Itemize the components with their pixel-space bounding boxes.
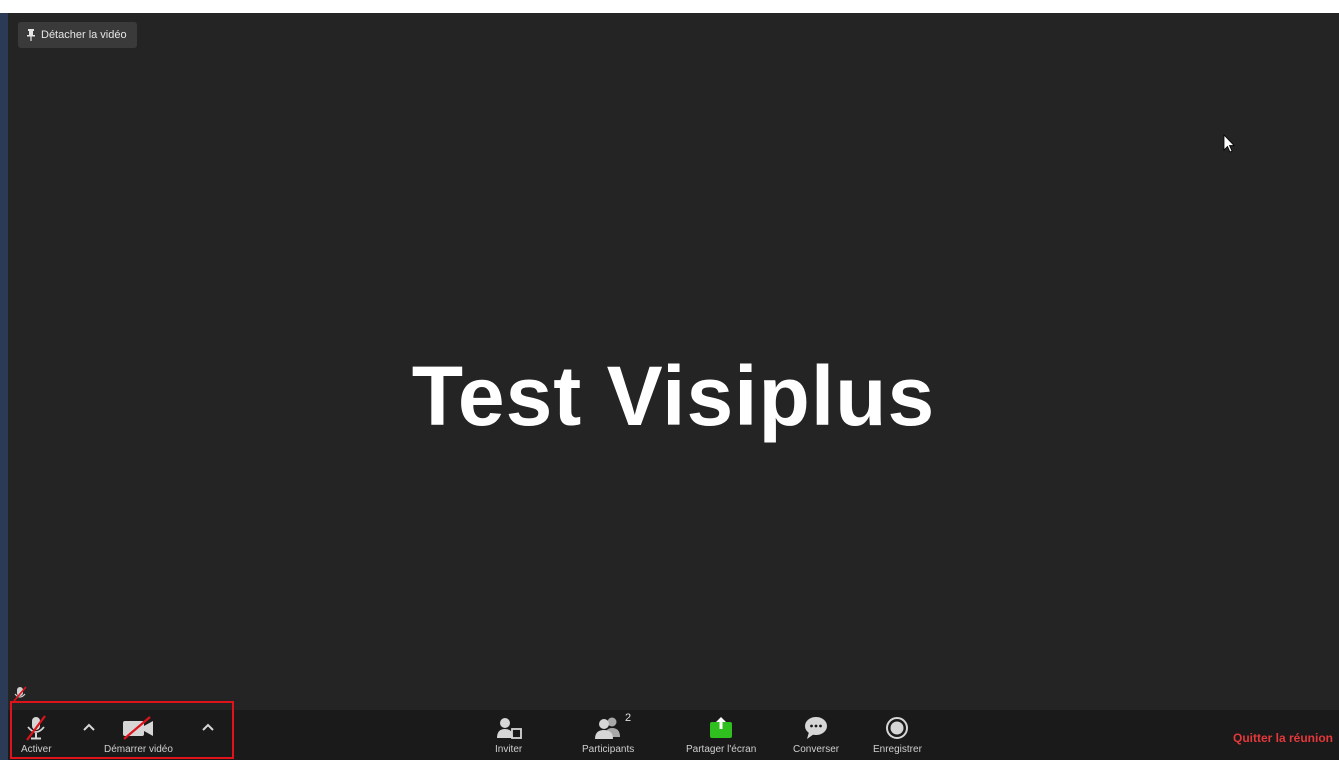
start-video-label: Démarrer vidéo (104, 744, 173, 755)
meeting-toolbar: Activer Démarrer vidéo Inviter 2 Partici… (8, 710, 1339, 760)
video-area: Détacher la vidéo Test Visiplus (8, 13, 1339, 710)
invite-button[interactable]: Inviter (495, 714, 522, 755)
share-screen-icon (710, 717, 733, 738)
unmute-button[interactable]: Activer (21, 714, 52, 755)
detach-video-button[interactable]: Détacher la vidéo (18, 22, 137, 48)
participants-label: Participants (582, 744, 635, 755)
participants-count: 2 (625, 712, 632, 724)
unmute-label: Activer (21, 744, 52, 755)
detach-video-label: Détacher la vidéo (41, 29, 127, 41)
start-video-button[interactable]: Démarrer vidéo (104, 714, 173, 755)
participants-icon (595, 717, 621, 739)
share-screen-label: Partager l'écran (686, 744, 757, 755)
microphone-muted-icon (26, 715, 47, 741)
pin-icon (27, 29, 35, 41)
mouse-cursor-icon (1223, 134, 1235, 153)
participant-name: Test Visiplus (411, 349, 936, 443)
invite-person-icon (496, 718, 522, 739)
invite-label: Inviter (495, 744, 523, 755)
record-button[interactable]: Enregistrer (873, 714, 922, 755)
record-icon (886, 717, 909, 739)
chat-button[interactable]: Converser (793, 714, 839, 755)
participants-button[interactable]: 2 Participants (582, 712, 635, 755)
window-edge (0, 13, 8, 760)
muted-mic-indicator-icon (13, 686, 27, 702)
chat-label: Converser (793, 744, 840, 755)
chat-bubble-icon (805, 717, 828, 739)
video-options-chevron-up-icon[interactable] (202, 722, 214, 732)
video-camera-off-icon (123, 716, 154, 740)
meeting-window: Détacher la vidéo Test Visiplus Activer … (0, 13, 1339, 760)
record-label: Enregistrer (873, 744, 922, 755)
audio-options-chevron-up-icon[interactable] (83, 722, 95, 732)
share-screen-button[interactable]: Partager l'écran (686, 714, 756, 755)
leave-meeting-button[interactable]: Quitter la réunion (1233, 731, 1333, 745)
